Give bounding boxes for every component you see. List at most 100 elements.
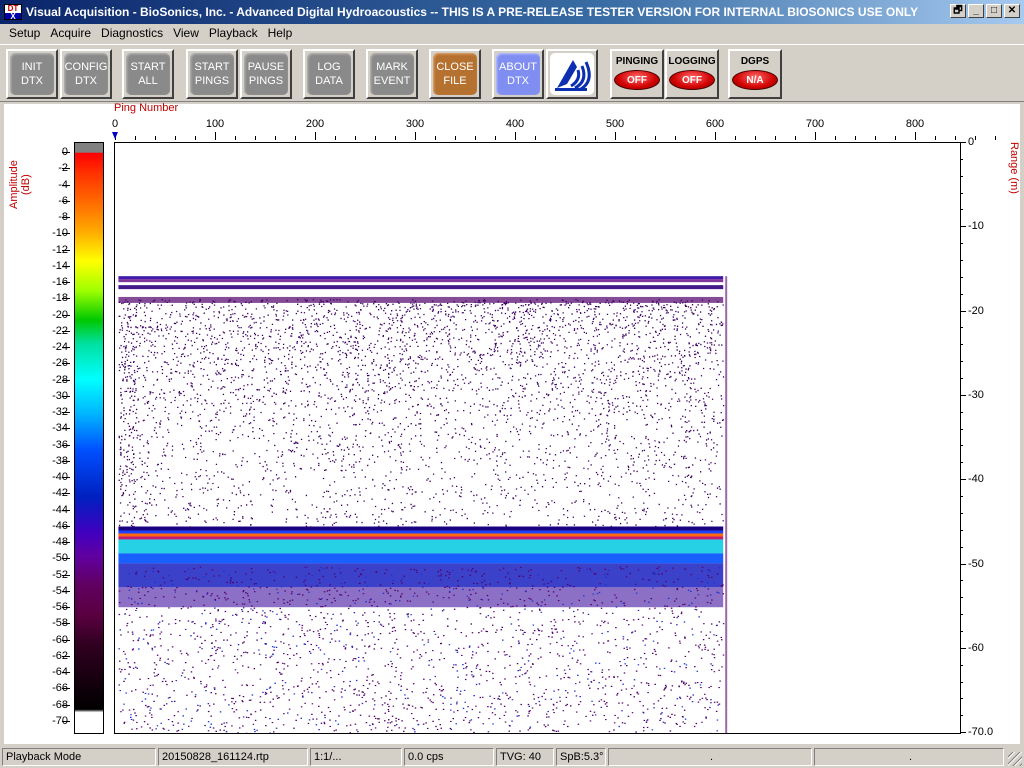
maximize-icon[interactable]: □ — [986, 4, 1002, 18]
ping-end-marker — [725, 276, 728, 733]
mark-event-button[interactable]: MARK EVENT — [366, 49, 418, 99]
log-data-label: LOG DATA — [307, 53, 351, 95]
dgps-indicator[interactable]: DGPS N/A — [728, 49, 782, 99]
ping-tick — [815, 132, 816, 140]
logging-state: OFF — [669, 70, 715, 90]
ping-tick — [715, 132, 716, 140]
ping-tick-label: 500 — [605, 118, 625, 130]
colorbar-tick-label: -48 — [52, 536, 68, 549]
ping-tick-label: 300 — [405, 118, 425, 130]
bottom-layer-orange — [118, 533, 724, 537]
ping-minor-tick — [875, 136, 876, 140]
menu-view[interactable]: View — [168, 24, 204, 42]
ping-minor-tick — [275, 136, 276, 140]
ping-minor-tick — [675, 136, 676, 140]
bottom-layer-edge — [118, 526, 724, 531]
logging-indicator[interactable]: LOGGING OFF — [665, 49, 719, 99]
colorbar-tick-label: -14 — [52, 259, 68, 272]
colorbar-tick-label: -64 — [52, 666, 68, 679]
ping-minor-tick — [475, 136, 476, 140]
menu-help[interactable]: Help — [263, 24, 298, 42]
colorbar-tick-label: -32 — [52, 406, 68, 419]
ping-minor-tick — [295, 136, 296, 140]
ping-minor-tick — [535, 136, 536, 140]
ping-minor-tick — [695, 136, 696, 140]
title-bar: DT X Visual Acquisition - BioSonics, Inc… — [0, 0, 1024, 24]
status-spb: SpB:5.3° — [556, 748, 606, 766]
colorbar-tick-label: -66 — [52, 682, 68, 695]
colorbar-tick-label: -10 — [52, 227, 68, 240]
ping-minor-tick — [235, 136, 236, 140]
colorbar-tick-label: -68 — [52, 698, 68, 711]
app-icon[interactable]: DT X — [4, 4, 22, 20]
pause-pings-button[interactable]: PAUSE PINGS — [240, 49, 292, 99]
pinging-indicator[interactable]: PINGING OFF — [610, 49, 664, 99]
ping-minor-tick — [755, 136, 756, 140]
start-all-label: START ALL — [126, 53, 170, 95]
range-tick-label: -50 — [968, 557, 984, 570]
range-tick-label: -30 — [968, 388, 984, 401]
restore-icon[interactable]: 🗗 — [950, 4, 966, 18]
toolbar: INIT DTX CONFIG DTX START ALL START PING… — [0, 44, 1024, 102]
surface-layer-edge — [118, 276, 724, 280]
close-icon[interactable]: ✕ — [1004, 4, 1020, 18]
biosonics-logo-icon — [550, 53, 594, 95]
mark-event-label: MARK EVENT — [370, 53, 414, 95]
colorbar-tick-label: -46 — [52, 519, 68, 532]
colorbar-tick-label: -12 — [52, 243, 68, 256]
bottom-layer-violet — [118, 587, 724, 608]
colorbar-tick-label: -38 — [52, 454, 68, 467]
init-dtx-button[interactable]: INIT DTX — [6, 49, 58, 99]
minimize-icon[interactable]: _ — [968, 4, 984, 18]
start-pings-button[interactable]: START PINGS — [186, 49, 238, 99]
ping-tick — [515, 132, 516, 140]
resize-grip-icon[interactable] — [1008, 752, 1022, 766]
menu-acquire[interactable]: Acquire — [45, 24, 96, 42]
colorbar-tick-label: -60 — [52, 633, 68, 646]
init-dtx-label: INIT DTX — [10, 53, 54, 95]
colorbar-tick-label: -24 — [52, 341, 68, 354]
ping-tick-label: 400 — [505, 118, 525, 130]
menu-playback[interactable]: Playback — [204, 24, 263, 42]
ping-minor-tick — [255, 136, 256, 140]
amplitude-colorbar — [74, 142, 104, 734]
close-file-button[interactable]: CLOSE FILE — [429, 49, 481, 99]
surface-layer-lower — [118, 285, 724, 290]
ping-minor-tick — [195, 136, 196, 140]
ping-cursor-icon[interactable] — [112, 132, 118, 139]
menu-diagnostics[interactable]: Diagnostics — [96, 24, 168, 42]
biosonics-logo-button[interactable] — [546, 49, 598, 99]
range-axis-label: Range (m) — [1008, 142, 1020, 194]
echogram-plot[interactable] — [114, 142, 961, 734]
ping-tick-label: 700 — [805, 118, 825, 130]
ping-minor-tick — [555, 136, 556, 140]
config-dtx-button[interactable]: CONFIG DTX — [60, 49, 112, 99]
ping-tick-label: 0 — [111, 118, 119, 130]
ping-minor-tick — [455, 136, 456, 140]
ping-minor-tick — [355, 136, 356, 140]
status-bar: Playback Mode 20150828_161124.rtp 1:1/..… — [0, 746, 1024, 768]
ping-tick-label: 800 — [905, 118, 925, 130]
ping-tick-label: 600 — [705, 118, 725, 130]
colorbar-tick-label: -20 — [52, 308, 68, 321]
ping-minor-tick — [655, 136, 656, 140]
window-title: Visual Acquisition - BioSonics, Inc. - A… — [26, 5, 919, 19]
echo-speckle — [118, 298, 725, 733]
colorbar-tick-label: -2 — [58, 162, 68, 175]
ping-minor-tick — [835, 136, 836, 140]
bottom-layer-navy — [118, 563, 724, 588]
ping-minor-tick — [895, 136, 896, 140]
ping-minor-tick — [735, 136, 736, 140]
colorbar-tick-label: -62 — [52, 649, 68, 662]
about-dtx-button[interactable]: ABOUT DTX — [492, 49, 544, 99]
log-data-button[interactable]: LOG DATA — [303, 49, 355, 99]
status-extra-2: . — [814, 748, 1004, 766]
ping-minor-tick — [335, 136, 336, 140]
ping-minor-tick — [175, 136, 176, 140]
colorbar-tick-label: -58 — [52, 617, 68, 630]
menu-setup[interactable]: Setup — [4, 24, 45, 42]
colorbar-tick-label: -70 — [52, 715, 68, 727]
surface-layer — [118, 279, 724, 283]
start-all-button[interactable]: START ALL — [122, 49, 174, 99]
amplitude-axis-label: Amplitude (dB) — [8, 160, 32, 210]
